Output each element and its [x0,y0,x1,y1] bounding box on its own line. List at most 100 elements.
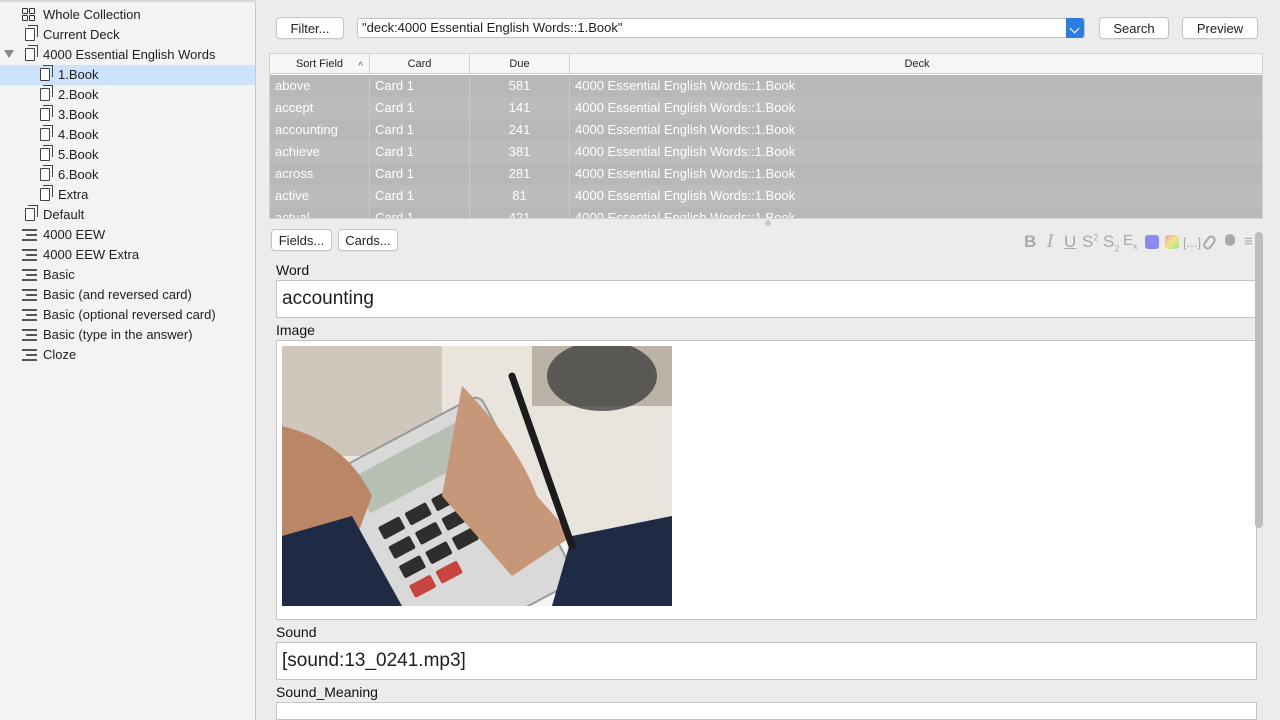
sidebar-item-label: 4.Book [58,127,99,142]
table-row[interactable]: accounting Card 1 241 4000 Essential Eng… [270,119,1262,141]
sidebar-item-4000-eew-extra[interactable]: 4000 EEW Extra [0,245,255,265]
table-row[interactable]: across Card 1 281 4000 Essential English… [270,163,1262,185]
deck-icon [40,165,53,181]
cards-button[interactable]: Cards... [338,229,398,251]
sidebar-item-6-book[interactable]: 6.Book [0,165,255,185]
sidebar-item-label: Basic (and reversed card) [43,287,192,302]
cell-deck: 4000 Essential English Words::1.Book [575,188,796,203]
collection-icon [22,8,36,22]
column-header-label: Sort Field [295,58,344,70]
cell-sort-field: achieve [270,141,370,163]
sidebar-item-cloze[interactable]: Cloze [0,345,255,365]
cell-deck: 4000 Essential English Words::1.Book [575,100,796,115]
field-label-sound-meaning: Sound_Meaning [276,684,378,700]
deck-icon [40,185,53,201]
expand-arrow-icon[interactable] [4,50,14,58]
field-label-image: Image [276,322,315,338]
table-row[interactable]: above Card 1 581 4000 Essential English … [270,75,1262,97]
column-header-deck[interactable]: Deck [570,54,1262,74]
deck-icon [40,105,53,121]
sidebar-item-4000-essential-english-words[interactable]: 4000 Essential English Words [0,45,255,65]
cell-card: Card 1 [370,185,470,207]
clear-format-icon[interactable]: Ex [1123,232,1138,251]
word-field[interactable]: accounting [276,280,1257,318]
superscript-icon[interactable]: S2 [1082,232,1098,252]
sort-ascending-icon: ^ [358,61,363,72]
underline-icon[interactable]: U [1064,232,1076,252]
cell-card: Card 1 [370,97,470,119]
sidebar-item-1-book[interactable]: 1.Book [0,65,255,85]
cell-deck: 4000 Essential English Words::1.Book [575,78,796,93]
sidebar-item-label: 5.Book [58,147,99,162]
cell-sort-field: above [270,75,370,97]
search-input[interactable]: "deck:4000 Essential English Words::1.Bo… [357,18,1085,38]
sidebar-item-basic-optional-reversed[interactable]: Basic (optional reversed card) [0,305,255,325]
highlight-color-icon[interactable] [1165,235,1179,249]
browser-main: Filter... "deck:4000 Essential English W… [257,0,1280,720]
editor-scrollbar[interactable] [1255,232,1263,528]
sidebar-item-5-book[interactable]: 5.Book [0,145,255,165]
field-label-word: Word [276,262,310,278]
fields-button[interactable]: Fields... [271,229,332,251]
cell-sort-field: accept [270,97,370,119]
preview-button[interactable]: Preview [1182,17,1258,39]
sidebar-item-label: Cloze [43,347,77,362]
search-button[interactable]: Search [1099,17,1169,39]
sidebar-item-label: Basic (type in the answer) [43,327,193,342]
table-row[interactable]: actual Card 1 421 4000 Essential English… [270,207,1262,219]
sound-field[interactable]: [sound:13_0241.mp3] [276,642,1257,680]
bold-icon[interactable]: B [1024,232,1036,252]
cloze-icon[interactable]: [...] [1183,235,1201,250]
column-header-sort-field[interactable]: Sort Field ^ [270,54,370,74]
table-row[interactable]: achieve Card 1 381 4000 Essential Englis… [270,141,1262,163]
italic-icon[interactable]: I [1047,232,1054,252]
table-row[interactable]: accept Card 1 141 4000 Essential English… [270,97,1262,119]
sound-meaning-field[interactable] [276,702,1257,720]
sidebar-item-label: 4000 EEW Extra [43,247,140,262]
cell-card: Card 1 [370,163,470,185]
sidebar-item-current-deck[interactable]: Current Deck [0,25,255,45]
sidebar-item-label: Basic [43,267,75,282]
chevron-down-icon[interactable] [1066,18,1084,38]
column-header-due[interactable]: Due [470,54,570,74]
sidebar-item-extra[interactable]: Extra [0,185,255,205]
attach-icon[interactable] [1201,233,1218,252]
more-icon[interactable]: ≡ [1244,233,1253,250]
sidebar-item-default[interactable]: Default [0,205,255,225]
note-type-icon [22,229,37,243]
subscript-icon[interactable]: S2 [1103,232,1119,253]
cell-due: 81 [470,185,570,207]
sidebar-top-border [0,0,256,2]
table-row[interactable]: active Card 1 81 4000 Essential English … [270,185,1262,207]
filter-button[interactable]: Filter... [276,17,344,39]
text-color-icon[interactable] [1145,235,1159,249]
cell-due: 421 [470,207,570,218]
sidebar-item-2-book[interactable]: 2.Book [0,85,255,105]
cell-sort-field: across [270,163,370,185]
sidebar-item-label: Current Deck [43,27,120,42]
sidebar-item-basic-and-reversed[interactable]: Basic (and reversed card) [0,285,255,305]
sidebar-item-label: Basic (optional reversed card) [43,307,216,322]
sidebar-item-label: 1.Book [58,67,99,82]
sidebar-item-label: 2.Book [58,87,99,102]
record-icon[interactable] [1225,234,1235,246]
table-header: Sort Field ^ Card Due Deck [270,54,1262,74]
sidebar-item-basic-type-answer[interactable]: Basic (type in the answer) [0,325,255,345]
sidebar-item-basic[interactable]: Basic [0,265,255,285]
deck-icon [40,145,53,161]
sidebar-item-label: Whole Collection [43,7,141,22]
cell-due: 281 [470,163,570,185]
sidebar-item-3-book[interactable]: 3.Book [0,105,255,125]
cell-due: 581 [470,75,570,97]
sidebar-item-label: 4000 Essential English Words [43,47,216,62]
splitter-handle[interactable] [765,220,771,226]
cell-card: Card 1 [370,207,470,218]
sidebar-item-whole-collection[interactable]: Whole Collection [0,5,255,25]
note-type-icon [22,329,37,343]
cell-card: Card 1 [370,75,470,97]
sidebar-item-4-book[interactable]: 4.Book [0,125,255,145]
note-type-icon [22,349,37,363]
column-header-card[interactable]: Card [370,54,470,74]
cell-deck: 4000 Essential English Words::1.Book [575,210,796,219]
sidebar-item-4000-eew[interactable]: 4000 EEW [0,225,255,245]
